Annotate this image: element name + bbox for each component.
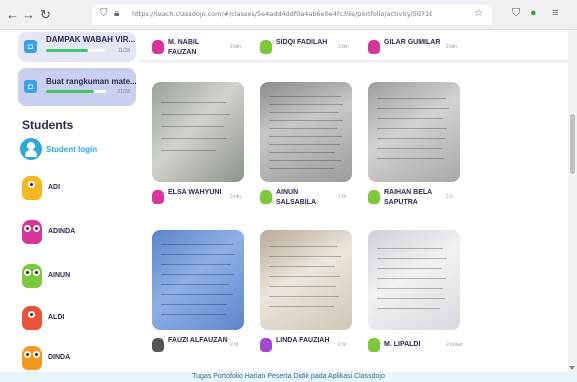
- menu-icon[interactable]: ≡: [552, 7, 558, 19]
- extension-icon[interactable]: ●: [530, 7, 537, 19]
- student-name: ADINDA: [48, 228, 76, 235]
- shield-icon: ⛉: [100, 8, 108, 19]
- activity-item-rangkuman[interactable]: ◘ Buat rangkuman mate... 21/28: [18, 68, 137, 106]
- caption-strip: Tugas Portofolio Harian Peserta Didik pa…: [0, 372, 577, 382]
- pocket-icon[interactable]: ⛉: [512, 7, 520, 20]
- monster-avatar-icon: [152, 338, 164, 352]
- submission-photo[interactable]: [260, 230, 352, 330]
- submission-time: 2 bln: [230, 44, 241, 50]
- submission-time: 2 bl: [338, 194, 347, 200]
- students-heading: Students: [22, 118, 74, 132]
- submission-student-name: M. NABIL FAUZAN: [168, 39, 199, 56]
- student-name: DINDA: [48, 354, 71, 361]
- monster-avatar-icon: [22, 346, 42, 370]
- portfolio-grid: M. NABIL FAUZAN 2 bln SIDQI FADILAH 3 bl…: [140, 30, 568, 372]
- monster-avatar-icon: [152, 190, 164, 204]
- activity-progress: [46, 90, 106, 93]
- reload-icon[interactable]: ↻: [40, 8, 51, 22]
- student-name: ADI: [48, 184, 61, 191]
- submission-student-name: AINUN SALSABILA: [276, 189, 317, 206]
- submission-time: 2 bulan: [446, 342, 463, 348]
- submission-student-name: ELSA WAHYUNI: [168, 189, 222, 196]
- scrollbar-thumb[interactable]: [570, 114, 575, 174]
- student-item-aldi[interactable]: ALDI: [20, 306, 138, 332]
- submission-time: 2 bl: [338, 342, 347, 348]
- submission-photo[interactable]: [368, 230, 460, 330]
- lock-icon: 🔒︎: [114, 8, 120, 19]
- student-name: ALDI: [48, 314, 65, 321]
- student-item-adinda[interactable]: ADINDA: [20, 220, 138, 246]
- monster-avatar-icon: [22, 176, 42, 200]
- student-login-button[interactable]: Student login: [18, 138, 138, 162]
- star-icon[interactable]: ☆: [474, 8, 483, 19]
- browser-toolbar: ← → ↻ ⛉ 🔒︎ https://teach.classdojo.com/#…: [0, 0, 577, 30]
- monster-avatar-icon: [22, 264, 42, 288]
- scroll-down-icon[interactable]: [569, 366, 575, 370]
- monster-avatar-icon: [368, 190, 380, 204]
- scrollbar[interactable]: [568, 30, 577, 372]
- submission-time: 2 bln: [230, 194, 241, 200]
- activity-title: Buat rangkuman mate...: [46, 77, 137, 86]
- student-item-adi[interactable]: ADI: [20, 176, 138, 202]
- monster-avatar-icon: [22, 306, 42, 330]
- submission-student-name: SIDQI FADILAH: [276, 39, 328, 46]
- monster-avatar-icon: [152, 40, 164, 54]
- student-login-label: Student login: [46, 145, 98, 154]
- student-item-dinda[interactable]: DINDA: [20, 346, 138, 372]
- activity-count: 11/28: [117, 48, 130, 54]
- activity-progress: [46, 49, 106, 52]
- student-login-icon: [20, 138, 42, 160]
- student-item-ainun[interactable]: AINUN: [20, 264, 138, 290]
- submission-time: 2 bl: [230, 342, 239, 348]
- submission-photo[interactable]: [152, 82, 244, 182]
- submission-student-name: FAUZI ALFAUZAN: [168, 337, 228, 344]
- submission-student-name: M. LIPALDI: [384, 341, 421, 348]
- activity-item-dampak[interactable]: ◘ DAMPAK WABAH VIR... 11/28: [18, 32, 136, 62]
- submission-student-name: GILAR GUMILAR: [384, 39, 441, 46]
- monster-avatar-icon: [22, 220, 42, 244]
- monster-avatar-icon: [260, 40, 272, 54]
- monster-avatar-icon: [368, 338, 380, 352]
- monster-avatar-icon: [260, 190, 272, 204]
- forward-icon[interactable]: →: [22, 8, 35, 22]
- camera-icon: ◘: [24, 80, 37, 93]
- camera-icon: ◘: [24, 40, 37, 53]
- caption-text: Tugas Portofolio Harian Peserta Didik pa…: [192, 373, 385, 380]
- activity-count: 21/28: [117, 89, 130, 95]
- submission-time: 2 b: [446, 194, 453, 200]
- submission-student-name: RAIHAN BELA SAPUTRA: [384, 189, 432, 206]
- activity-title: DAMPAK WABAH VIR...: [46, 35, 136, 44]
- submission-photo[interactable]: [368, 82, 460, 182]
- url-text[interactable]: https://teach.classdojo.com/#/classes/5e…: [132, 10, 432, 18]
- monster-avatar-icon: [260, 338, 272, 352]
- row-divider: [140, 60, 568, 64]
- submission-time: 2 bln: [446, 44, 457, 50]
- monster-avatar-icon: [368, 40, 380, 54]
- submission-photo[interactable]: [152, 230, 244, 330]
- sidebar: ◘ DAMPAK WABAH VIR... 11/28 ◘ Buat rangk…: [0, 30, 140, 382]
- address-bar[interactable]: ⛉ 🔒︎ https://teach.classdojo.com/#/class…: [92, 5, 492, 25]
- submission-photo[interactable]: [260, 82, 352, 182]
- submission-time: 3 bln: [338, 44, 349, 50]
- submission-student-name: LINDA FAUZIAH: [276, 337, 330, 344]
- student-name: AINUN: [48, 272, 71, 279]
- back-icon[interactable]: ←: [6, 8, 19, 22]
